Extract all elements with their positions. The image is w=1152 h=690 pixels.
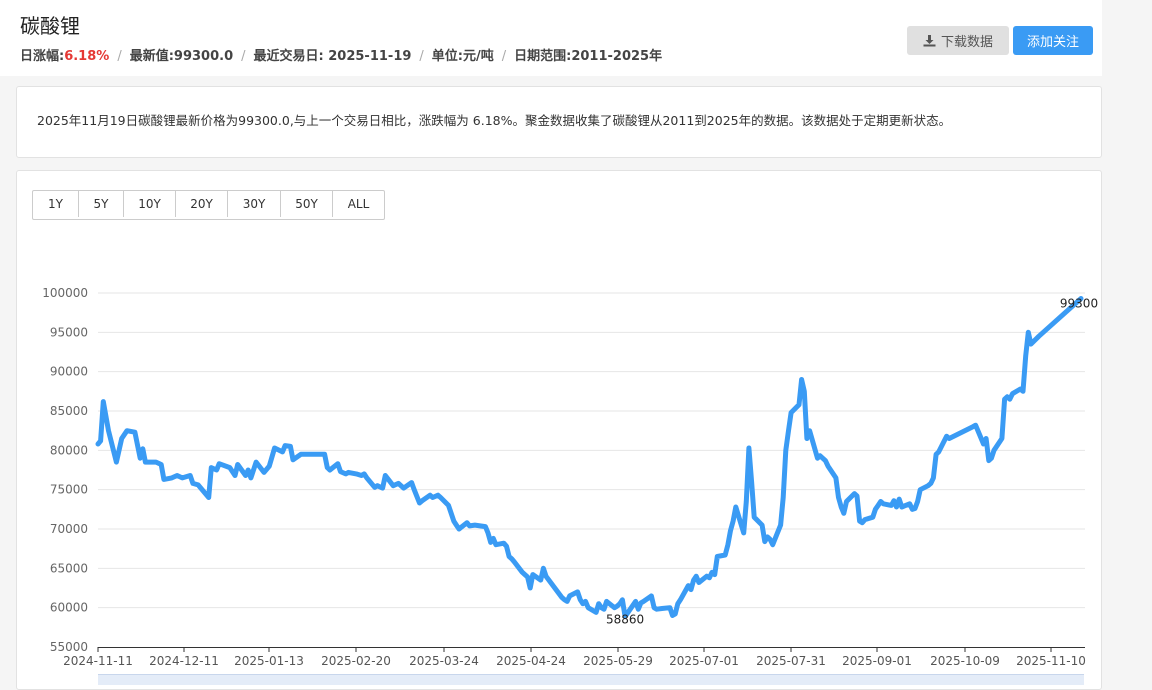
data-label: 58860 bbox=[606, 613, 644, 627]
x-tick-label: 2025-02-20 bbox=[321, 654, 391, 668]
data-label: 99300 bbox=[1060, 297, 1098, 311]
x-tick-label: 2025-01-13 bbox=[234, 654, 304, 668]
y-tick-label: 80000 bbox=[50, 443, 88, 457]
y-tick-label: 75000 bbox=[50, 483, 88, 497]
x-tick-label: 2025-04-24 bbox=[496, 654, 566, 668]
y-tick-label: 65000 bbox=[50, 561, 88, 575]
y-tick-label: 70000 bbox=[50, 522, 88, 536]
x-tick-label: 2024-11-11 bbox=[63, 654, 133, 668]
y-tick-label: 100000 bbox=[42, 286, 88, 300]
x-tick-label: 2025-07-01 bbox=[669, 654, 739, 668]
price-line-chart: 55000 60000 65000 70000 75000 80000 85000 90000… bbox=[42, 286, 1098, 668]
x-tick-label: 2025-05-29 bbox=[583, 654, 653, 668]
y-tick-label: 55000 bbox=[50, 640, 88, 654]
y-tick-label: 90000 bbox=[50, 365, 88, 379]
x-tick-label: 2025-03-24 bbox=[409, 654, 479, 668]
x-tick-label: 2025-10-09 bbox=[930, 654, 1000, 668]
x-tick-label: 2025-09-01 bbox=[842, 654, 912, 668]
series-line bbox=[95, 296, 1084, 620]
chart-zoom-slider[interactable] bbox=[98, 674, 1084, 685]
y-tick-label: 60000 bbox=[50, 601, 88, 615]
x-tick-label: 2025-07-31 bbox=[756, 654, 826, 668]
x-tick-label: 2025-11-10 bbox=[1016, 654, 1086, 668]
x-tick-label: 2024-12-11 bbox=[149, 654, 219, 668]
y-tick-label: 95000 bbox=[50, 325, 88, 339]
y-tick-label: 85000 bbox=[50, 404, 88, 418]
